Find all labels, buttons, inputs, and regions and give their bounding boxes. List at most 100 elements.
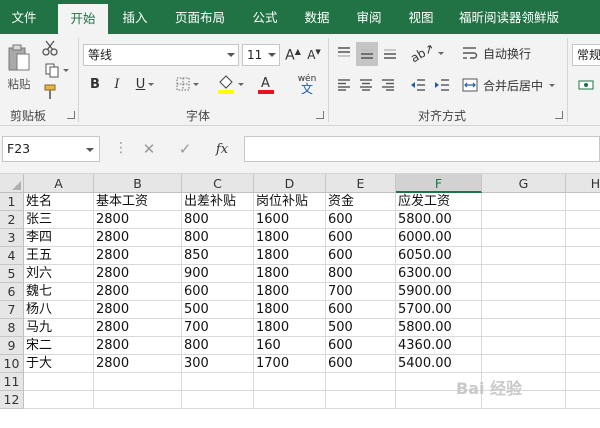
cell-f7[interactable]: 5700.00 xyxy=(396,301,482,319)
wrap-text-button[interactable]: 自动换行 xyxy=(462,42,542,64)
cell-e8[interactable]: 500 xyxy=(326,319,396,337)
alignment-launcher-icon[interactable] xyxy=(555,111,563,119)
cell-d9[interactable]: 160 xyxy=(254,337,326,355)
cell-b1[interactable]: 基本工资 xyxy=(94,193,182,211)
cell-h5[interactable] xyxy=(566,265,600,283)
middle-align-button[interactable] xyxy=(356,42,378,66)
cell-h6[interactable] xyxy=(566,283,600,301)
cell-b6[interactable]: 2800 xyxy=(94,283,182,301)
number-format-select[interactable]: 常规 xyxy=(572,44,600,66)
align-right-button[interactable] xyxy=(378,74,398,96)
cell-f5[interactable]: 6300.00 xyxy=(396,265,482,283)
bottom-align-button[interactable] xyxy=(380,42,400,64)
cell-e1[interactable]: 资金 xyxy=(326,193,396,211)
cell-b8[interactable]: 2800 xyxy=(94,319,182,337)
bold-button[interactable]: B xyxy=(86,74,104,94)
cell-a8[interactable]: 马九 xyxy=(24,319,94,337)
tab-data[interactable]: 数据 xyxy=(296,0,338,34)
cell-c2[interactable]: 800 xyxy=(182,211,254,229)
cell-c10[interactable]: 300 xyxy=(182,355,254,373)
tab-home[interactable]: 开始 xyxy=(58,4,108,34)
formula-input[interactable] xyxy=(244,136,600,162)
insert-function-button[interactable]: fx xyxy=(210,138,234,160)
tab-view[interactable]: 视图 xyxy=(400,0,442,34)
cell-a7[interactable]: 杨八 xyxy=(24,301,94,319)
cell-h9[interactable] xyxy=(566,337,600,355)
column-header-b[interactable]: B xyxy=(94,174,182,193)
cell-d3[interactable]: 1800 xyxy=(254,229,326,247)
cell-a2[interactable]: 张三 xyxy=(24,211,94,229)
cell-d1[interactable]: 岗位补贴 xyxy=(254,193,326,211)
borders-button[interactable] xyxy=(172,74,202,94)
name-box[interactable]: F23 xyxy=(2,136,100,162)
enter-button[interactable]: ✓ xyxy=(174,138,196,160)
cell-a4[interactable]: 王五 xyxy=(24,247,94,265)
row-header-11[interactable]: 11 xyxy=(0,373,24,391)
cell-f1[interactable]: 应发工资 xyxy=(396,193,482,211)
cell-h7[interactable] xyxy=(566,301,600,319)
cell-d11[interactable] xyxy=(254,373,326,391)
cell-e7[interactable]: 600 xyxy=(326,301,396,319)
row-header-12[interactable]: 12 xyxy=(0,391,24,409)
cell-h10[interactable] xyxy=(566,355,600,373)
cell-c12[interactable] xyxy=(182,391,254,409)
cell-g7[interactable] xyxy=(482,301,566,319)
cell-e4[interactable]: 600 xyxy=(326,247,396,265)
cell-a5[interactable]: 刘六 xyxy=(24,265,94,283)
cell-b4[interactable]: 2800 xyxy=(94,247,182,265)
column-header-h[interactable]: H xyxy=(566,174,600,193)
column-header-a[interactable]: A xyxy=(24,174,94,193)
cell-g8[interactable] xyxy=(482,319,566,337)
fill-color-button[interactable] xyxy=(214,72,246,96)
cell-b5[interactable]: 2800 xyxy=(94,265,182,283)
cell-e3[interactable]: 600 xyxy=(326,229,396,247)
cell-h11[interactable] xyxy=(566,373,600,391)
cell-c9[interactable]: 800 xyxy=(182,337,254,355)
tab-page-layout[interactable]: 页面布局 xyxy=(166,0,234,34)
cell-e6[interactable]: 700 xyxy=(326,283,396,301)
font-launcher-icon[interactable] xyxy=(316,111,324,119)
cut-button[interactable] xyxy=(38,38,62,58)
cell-d4[interactable]: 1800 xyxy=(254,247,326,265)
format-painter-button[interactable] xyxy=(38,82,62,102)
cell-c7[interactable]: 500 xyxy=(182,301,254,319)
cell-f4[interactable]: 6050.00 xyxy=(396,247,482,265)
cell-h3[interactable] xyxy=(566,229,600,247)
cell-d2[interactable]: 1600 xyxy=(254,211,326,229)
italic-button[interactable]: I xyxy=(108,74,126,94)
cell-g2[interactable] xyxy=(482,211,566,229)
cell-h12[interactable] xyxy=(566,391,600,409)
paste-button[interactable]: 粘贴 xyxy=(4,38,34,98)
cancel-button[interactable]: ✕ xyxy=(138,138,160,160)
cell-g4[interactable] xyxy=(482,247,566,265)
decrease-font-size-button[interactable]: A▼ xyxy=(305,45,323,65)
cell-f3[interactable]: 6000.00 xyxy=(396,229,482,247)
cell-a1[interactable]: 姓名 xyxy=(24,193,94,211)
merge-center-button[interactable]: 合并后居中 xyxy=(462,74,560,96)
cell-e11[interactable] xyxy=(326,373,396,391)
cell-b12[interactable] xyxy=(94,391,182,409)
cell-d6[interactable]: 1800 xyxy=(254,283,326,301)
font-name-select[interactable]: 等线 xyxy=(83,44,239,66)
cell-e9[interactable]: 600 xyxy=(326,337,396,355)
cell-b3[interactable]: 2800 xyxy=(94,229,182,247)
row-header-3[interactable]: 3 xyxy=(0,229,24,247)
font-color-button[interactable]: A xyxy=(250,72,282,96)
tab-foxit-reader[interactable]: 福昕阅读器领鲜版 xyxy=(452,0,566,34)
tab-insert[interactable]: 插入 xyxy=(114,0,156,34)
cell-e2[interactable]: 600 xyxy=(326,211,396,229)
cell-f8[interactable]: 5800.00 xyxy=(396,319,482,337)
cell-c8[interactable]: 700 xyxy=(182,319,254,337)
cell-e5[interactable]: 800 xyxy=(326,265,396,283)
cell-b10[interactable]: 2800 xyxy=(94,355,182,373)
cell-c3[interactable]: 800 xyxy=(182,229,254,247)
cell-c1[interactable]: 出差补贴 xyxy=(182,193,254,211)
column-header-e[interactable]: E xyxy=(326,174,396,193)
accounting-format-button[interactable] xyxy=(574,74,598,96)
cell-f9[interactable]: 4360.00 xyxy=(396,337,482,355)
cell-h4[interactable] xyxy=(566,247,600,265)
cell-d12[interactable] xyxy=(254,391,326,409)
cell-g5[interactable] xyxy=(482,265,566,283)
select-all-button[interactable] xyxy=(0,174,24,193)
row-header-6[interactable]: 6 xyxy=(0,283,24,301)
